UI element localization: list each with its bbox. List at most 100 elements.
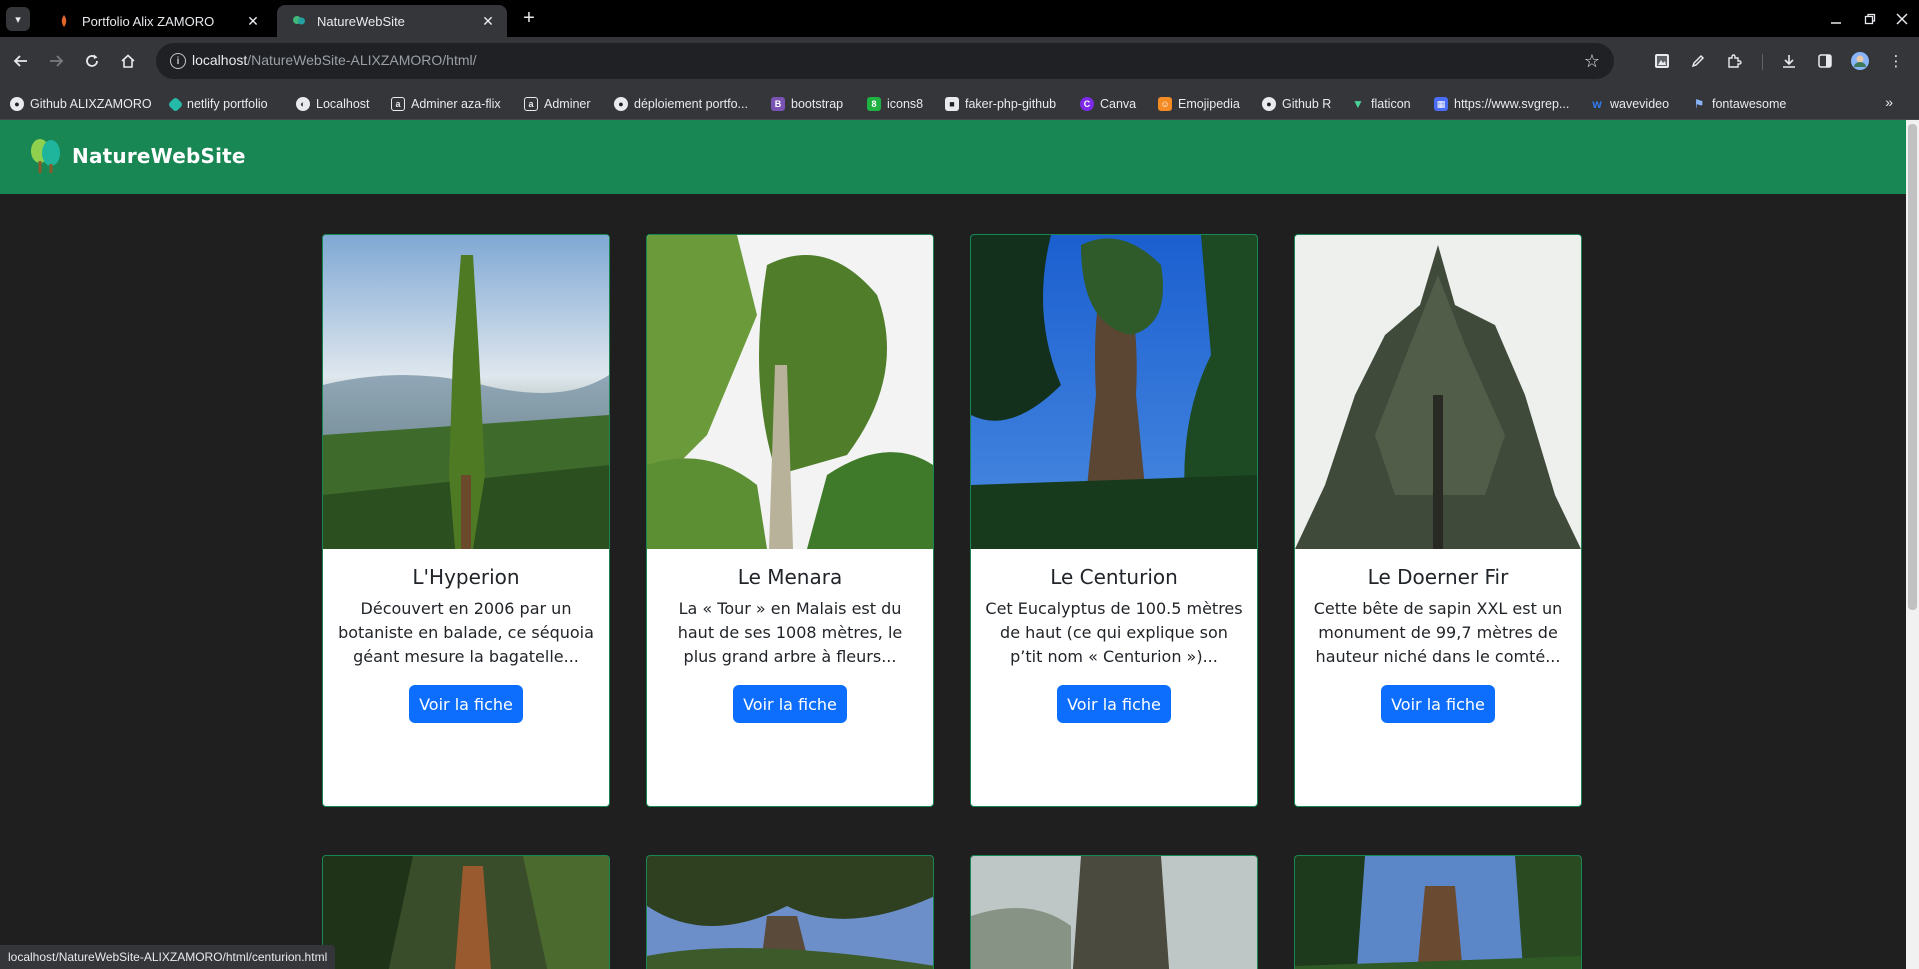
bookmark-star-icon[interactable]: ☆ [1584, 51, 1600, 71]
card-title: Le Doerner Fir [1367, 565, 1509, 589]
toolbar-separator [1762, 54, 1763, 70]
status-url-bubble: localhost/NatureWebSite-ALIXZAMORO/html/… [0, 945, 336, 969]
extension-image-icon[interactable] [1650, 49, 1674, 73]
portfolio-favicon-icon [56, 13, 72, 29]
back-arrow-icon[interactable] [9, 49, 33, 73]
card-description: Découvert en 2006 par un botaniste en ba… [338, 599, 594, 666]
bookmark-label: Github R [1282, 97, 1332, 111]
bookmark-flaticon[interactable]: ▼ flaticon [1351, 95, 1411, 113]
brand-name[interactable]: NatureWebSite [72, 144, 246, 168]
bookmark-label: Adminer aza-flix [411, 97, 501, 111]
card-title: L'Hyperion [412, 565, 520, 589]
card-title: Le Centurion [1050, 565, 1178, 589]
new-tab-icon[interactable]: + [519, 8, 539, 29]
minimize-icon[interactable] [1818, 0, 1854, 37]
flag-icon: ⚑ [1693, 97, 1705, 111]
tab-portfolio[interactable]: Portfolio Alix ZAMORO ✕ [42, 5, 272, 37]
bookmark-bootstrap[interactable]: B bootstrap [771, 95, 843, 113]
bookmark-label: faker-php-github [965, 97, 1057, 111]
close-tab-icon[interactable]: ✕ [244, 12, 262, 30]
hyperion-tree-image [323, 235, 609, 549]
address-url[interactable]: localhost/NatureWebSite-ALIXZAMORO/html/ [192, 52, 477, 68]
view-card-button[interactable]: Voir la fiche [733, 685, 847, 723]
wavevideo-icon: w [1592, 97, 1602, 111]
page-viewport: NatureWebSite L'Hyperion Découvert en 20… [0, 120, 1906, 969]
restore-icon[interactable] [1852, 0, 1888, 37]
tab-title: NatureWebSite [317, 13, 405, 29]
svgrepo-icon: ▦ [1434, 97, 1448, 111]
close-window-icon[interactable] [1884, 0, 1919, 37]
forest-tree-image [1295, 856, 1581, 969]
bookmark-icons8[interactable]: 8 icons8 [867, 95, 923, 113]
home-icon[interactable] [116, 49, 140, 73]
bookmark-github-r[interactable]: ● Github R [1262, 95, 1331, 113]
centurion-tree-image [971, 235, 1257, 549]
adminer-icon: a [524, 97, 538, 111]
bookmark-label: Adminer [544, 97, 591, 111]
tree-logo-icon[interactable] [26, 136, 66, 176]
scrollbar-thumb[interactable] [1908, 124, 1917, 610]
menu-dots-icon[interactable]: ⋮ [1884, 49, 1908, 73]
bookmark-adminer[interactable]: a Adminer [524, 95, 591, 113]
bookmark-netlify[interactable]: netlify portfolio [167, 95, 268, 113]
netlify-icon [167, 96, 184, 112]
github-icon: ● [1262, 97, 1276, 111]
address-bar[interactable]: i localhost/NatureWebSite-ALIXZAMORO/htm… [156, 43, 1614, 79]
extensions-puzzle-icon[interactable] [1722, 49, 1746, 73]
bookmark-deploiement-portfolio[interactable]: ● déploiement portfo... [614, 95, 748, 113]
bookmark-faker-php-github[interactable]: ■ faker-php-github [945, 95, 1056, 113]
tree-card-menara: Le Menara La « Tour » en Malais est du h… [646, 234, 934, 807]
doerner-fir-tree-image [1295, 235, 1581, 549]
misty-tree-image [971, 856, 1257, 969]
tree-card-centurion: Le Centurion Cet Eucalyptus de 100.5 mèt… [970, 234, 1258, 807]
bookmark-label: Github ALIXZAMORO [30, 97, 152, 111]
bookmark-wavevideo[interactable]: w wavevideo [1590, 95, 1669, 113]
tree-card-doerner-fir: Le Doerner Fir Cette bête de sapin XXL e… [1294, 234, 1582, 807]
bookmark-canva[interactable]: C Canva [1080, 95, 1136, 113]
bookmark-label: Localhost [316, 97, 370, 111]
tab-search-button[interactable]: ▾ [6, 7, 30, 31]
tree-card-row2-3 [970, 855, 1258, 969]
bookmark-label: https://www.svgrep... [1454, 97, 1570, 111]
extension-pen-icon[interactable] [1686, 49, 1710, 73]
bookmark-localhost[interactable]: ◐ Localhost [296, 95, 370, 113]
reload-icon[interactable] [80, 49, 104, 73]
close-tab-icon[interactable]: ✕ [479, 12, 497, 30]
canopy-tree-image [647, 856, 933, 969]
forward-arrow-icon[interactable] [44, 49, 68, 73]
card-description: Cette bête de sapin XXL est un monument … [1313, 599, 1563, 666]
github-icon: ● [614, 97, 628, 111]
tab-title: Portfolio Alix ZAMORO [82, 13, 215, 29]
card-description: La « Tour » en Malais est du haut de ses… [677, 599, 903, 666]
tree-favicon-icon [291, 13, 307, 29]
faker-icon: ■ [945, 97, 959, 111]
tab-naturewebsite[interactable]: NatureWebSite ✕ [277, 5, 507, 37]
bookmark-label: Emojipedia [1178, 97, 1240, 111]
globe-icon: ◐ [296, 97, 310, 111]
view-card-button[interactable]: Voir la fiche [1381, 685, 1495, 723]
github-icon: ● [10, 97, 24, 111]
bookmark-fontawesome[interactable]: ⚑ fontawesome [1692, 95, 1787, 113]
download-icon[interactable] [1777, 49, 1801, 73]
profile-avatar-icon[interactable] [1848, 49, 1872, 73]
more-bookmarks-icon[interactable]: » [1885, 94, 1893, 110]
bookmark-github-alixzamoro[interactable]: ● Github ALIXZAMORO [10, 95, 152, 113]
tree-card-hyperion: L'Hyperion Découvert en 2006 par un bota… [322, 234, 610, 807]
tab-strip: ▾ Portfolio Alix ZAMORO ✕ NatureWebSite … [0, 0, 1919, 37]
view-card-button[interactable]: Voir la fiche [409, 685, 523, 723]
tree-card-row2-1 [322, 855, 610, 969]
bookmark-svgrepo[interactable]: ▦ https://www.svgrep... [1434, 95, 1569, 113]
bookmark-label: wavevideo [1610, 97, 1670, 111]
tree-card-row2-4 [1294, 855, 1582, 969]
view-card-button[interactable]: Voir la fiche [1057, 685, 1171, 723]
card-title: Le Menara [737, 565, 843, 589]
bookmark-adminer-azaflix[interactable]: a Adminer aza-flix [391, 95, 501, 113]
bookmark-emojipedia[interactable]: ☺ Emojipedia [1158, 95, 1240, 113]
page-scrollbar[interactable] [1906, 120, 1919, 969]
browser-toolbar: i localhost/NatureWebSite-ALIXZAMORO/htm… [0, 37, 1919, 86]
bookmark-label: déploiement portfo... [634, 97, 748, 111]
bootstrap-icon: B [771, 97, 785, 111]
bookmark-label: icons8 [887, 97, 924, 111]
site-info-icon[interactable]: i [170, 53, 186, 69]
side-panel-icon[interactable] [1813, 49, 1837, 73]
